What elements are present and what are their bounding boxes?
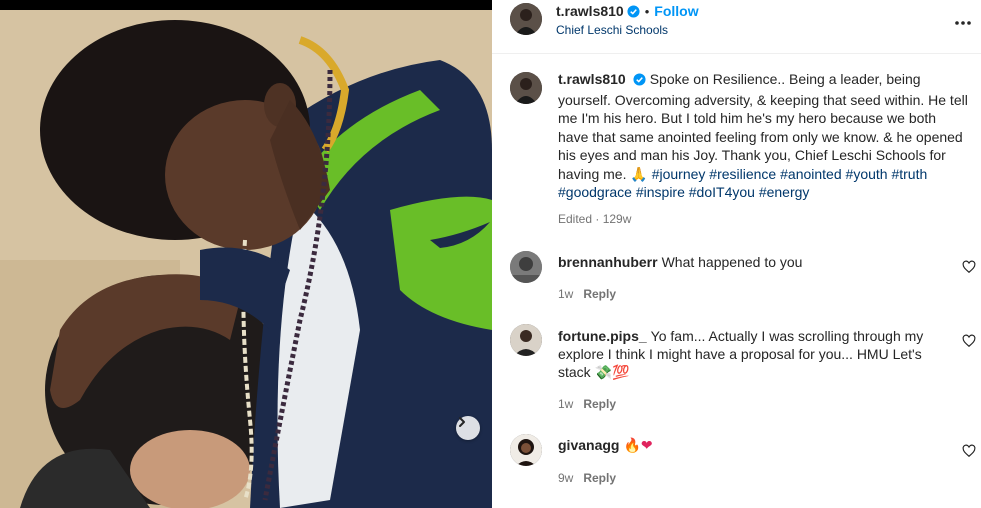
comment-text: What happened to you [661, 254, 803, 270]
post-media[interactable] [0, 0, 492, 508]
hashtag-link[interactable]: #energy [759, 184, 810, 200]
heart-icon[interactable] [962, 444, 976, 458]
comment-body: givanagg 🔥❤ [558, 436, 938, 454]
comment-body: brennanhuberr What happened to you [558, 253, 938, 271]
comment-avatar[interactable] [510, 251, 542, 283]
hashtag-link[interactable]: #journey [652, 166, 706, 182]
comment-avatar[interactable] [510, 324, 542, 356]
comment-meta: 1w Reply [558, 287, 616, 301]
follow-button[interactable]: Follow [654, 3, 698, 19]
comment-emoji: 💸💯 [594, 364, 630, 380]
verified-badge-icon [627, 5, 640, 23]
caption-avatar[interactable] [510, 72, 542, 104]
post-location[interactable]: Chief Leschi Schools [556, 23, 668, 37]
caption-emoji: 🙏 [630, 165, 648, 182]
comment-username[interactable]: fortune.pips_ [558, 328, 647, 344]
chevron-right-icon [459, 417, 465, 427]
comment-body: fortune.pips_ Yo fam... Actually I was sc… [558, 327, 938, 381]
comment-time: 9w [558, 471, 574, 485]
comment-avatar[interactable] [510, 434, 542, 466]
heart-icon[interactable] [962, 260, 976, 274]
heart-icon[interactable] [962, 334, 976, 348]
hashtag-link[interactable]: #inspire [636, 184, 685, 200]
more-options-icon[interactable] [954, 16, 972, 26]
next-media-button[interactable] [456, 416, 480, 440]
post-caption: t.rawls810 Spoke on Resilience.. Being a … [558, 70, 968, 202]
post-photo [0, 0, 492, 508]
hashtag-link[interactable]: #doIT4you [689, 184, 755, 200]
hashtag-link[interactable]: #resilience [709, 166, 776, 182]
comment-meta: 9w Reply [558, 471, 616, 485]
comment-emoji: 🔥❤ [623, 437, 653, 453]
post-header: t.rawls810 • Follow Chief Leschi Schools [492, 0, 981, 54]
verified-badge-icon [633, 72, 646, 91]
reply-button[interactable]: Reply [583, 397, 616, 411]
hashtag-link[interactable]: #goodgrace [558, 184, 632, 200]
author-avatar[interactable] [510, 3, 542, 35]
reply-button[interactable]: Reply [583, 287, 616, 301]
comment-username[interactable]: brennanhuberr [558, 254, 658, 270]
comment-meta: 1w Reply [558, 397, 616, 411]
comment-time: 1w [558, 287, 574, 301]
author-username[interactable]: t.rawls810 [556, 3, 624, 19]
reply-button[interactable]: Reply [583, 471, 616, 485]
comment-time: 1w [558, 397, 574, 411]
header-user-line: t.rawls810 • Follow [556, 3, 699, 23]
hashtag-link[interactable]: #truth [891, 166, 927, 182]
caption-edited-time: Edited · 129w [558, 212, 632, 226]
hashtag-link[interactable]: #youth [846, 166, 888, 182]
post-sidebar: t.rawls810 • Follow Chief Leschi Schools t… [492, 0, 981, 508]
header-separator: • [644, 4, 650, 19]
hashtag-link[interactable]: #anointed [780, 166, 842, 182]
comment-username[interactable]: givanagg [558, 437, 619, 453]
media-top-bar [0, 0, 492, 10]
caption-username[interactable]: t.rawls810 [558, 71, 626, 87]
